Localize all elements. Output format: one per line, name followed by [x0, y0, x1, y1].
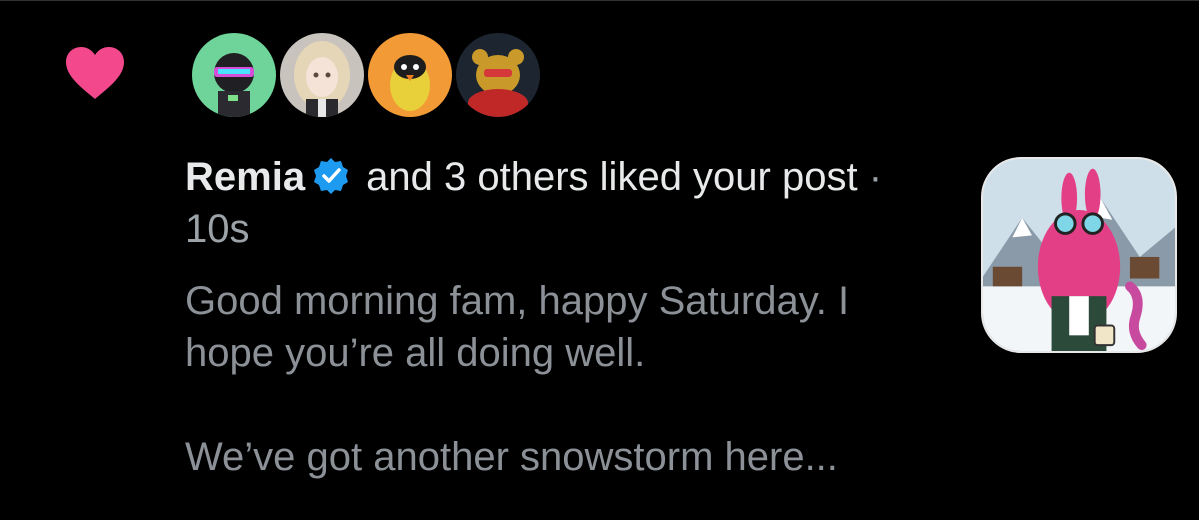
- post-preview-text[interactable]: Good morning fam, happy Saturday. I hope…: [185, 275, 945, 483]
- avatar[interactable]: [364, 29, 456, 121]
- timestamp: 10s: [185, 207, 250, 251]
- username[interactable]: Remia: [185, 155, 305, 199]
- post-line: Good morning fam, happy Saturday. I: [185, 279, 850, 323]
- liker-avatars: [188, 29, 588, 121]
- verified-badge-icon: [314, 158, 349, 194]
- post-line: We’ve got another snowstorm here...: [185, 435, 838, 479]
- notification-headline: Remia and 3 others liked your post · 10s: [185, 151, 905, 255]
- heart-icon: [66, 47, 124, 99]
- avatar[interactable]: [452, 29, 544, 121]
- post-media-thumbnail[interactable]: [981, 157, 1177, 353]
- separator: ·: [857, 155, 883, 199]
- post-line: hope you’re all doing well.: [185, 331, 646, 375]
- action-text: and 3 others liked your post: [355, 155, 858, 199]
- avatar[interactable]: [276, 29, 368, 121]
- avatar[interactable]: [188, 29, 280, 121]
- like-notification[interactable]: Remia and 3 others liked your post · 10s…: [0, 0, 1199, 520]
